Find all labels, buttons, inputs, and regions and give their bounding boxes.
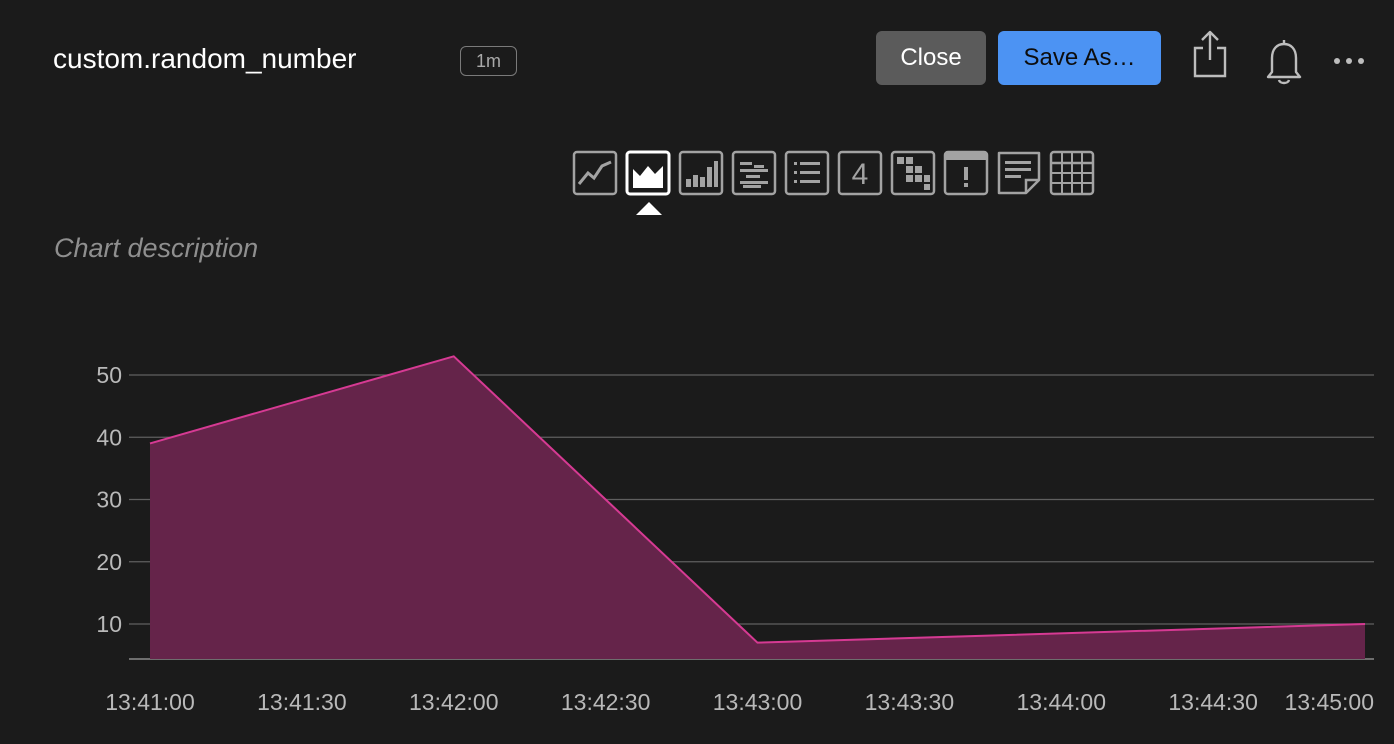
area-chart: 10 20 30 40 50 13:41:00 13:41:30 13:42:00 13:42… bbox=[96, 355, 1374, 715]
y-tick-label: 30 bbox=[96, 487, 122, 513]
chart-detail-view: custom.random_number 1m Close Save As… 4… bbox=[0, 0, 1394, 744]
y-tick-label: 40 bbox=[96, 424, 122, 450]
x-tick-label: 13:42:00 bbox=[409, 689, 499, 715]
area-fill bbox=[150, 356, 1365, 659]
x-tick-label: 13:43:00 bbox=[713, 689, 803, 715]
x-tick-label: 13:41:30 bbox=[257, 689, 347, 715]
y-tick-label: 20 bbox=[96, 549, 122, 575]
x-tick-label: 13:43:30 bbox=[865, 689, 955, 715]
x-axis: 13:41:00 13:41:30 13:42:00 13:42:30 13:43:00… bbox=[105, 689, 1374, 715]
x-tick-label: 13:41:00 bbox=[105, 689, 195, 715]
y-axis: 10 20 30 40 50 bbox=[96, 362, 122, 637]
x-tick-label: 13:42:30 bbox=[561, 689, 651, 715]
y-tick-label: 50 bbox=[96, 362, 122, 388]
x-tick-label: 13:44:30 bbox=[1168, 689, 1258, 715]
y-tick-label: 10 bbox=[96, 611, 122, 637]
x-tick-label: 13:45:00 bbox=[1284, 689, 1374, 715]
series-area bbox=[149, 355, 1366, 659]
x-tick-label: 13:44:00 bbox=[1016, 689, 1106, 715]
